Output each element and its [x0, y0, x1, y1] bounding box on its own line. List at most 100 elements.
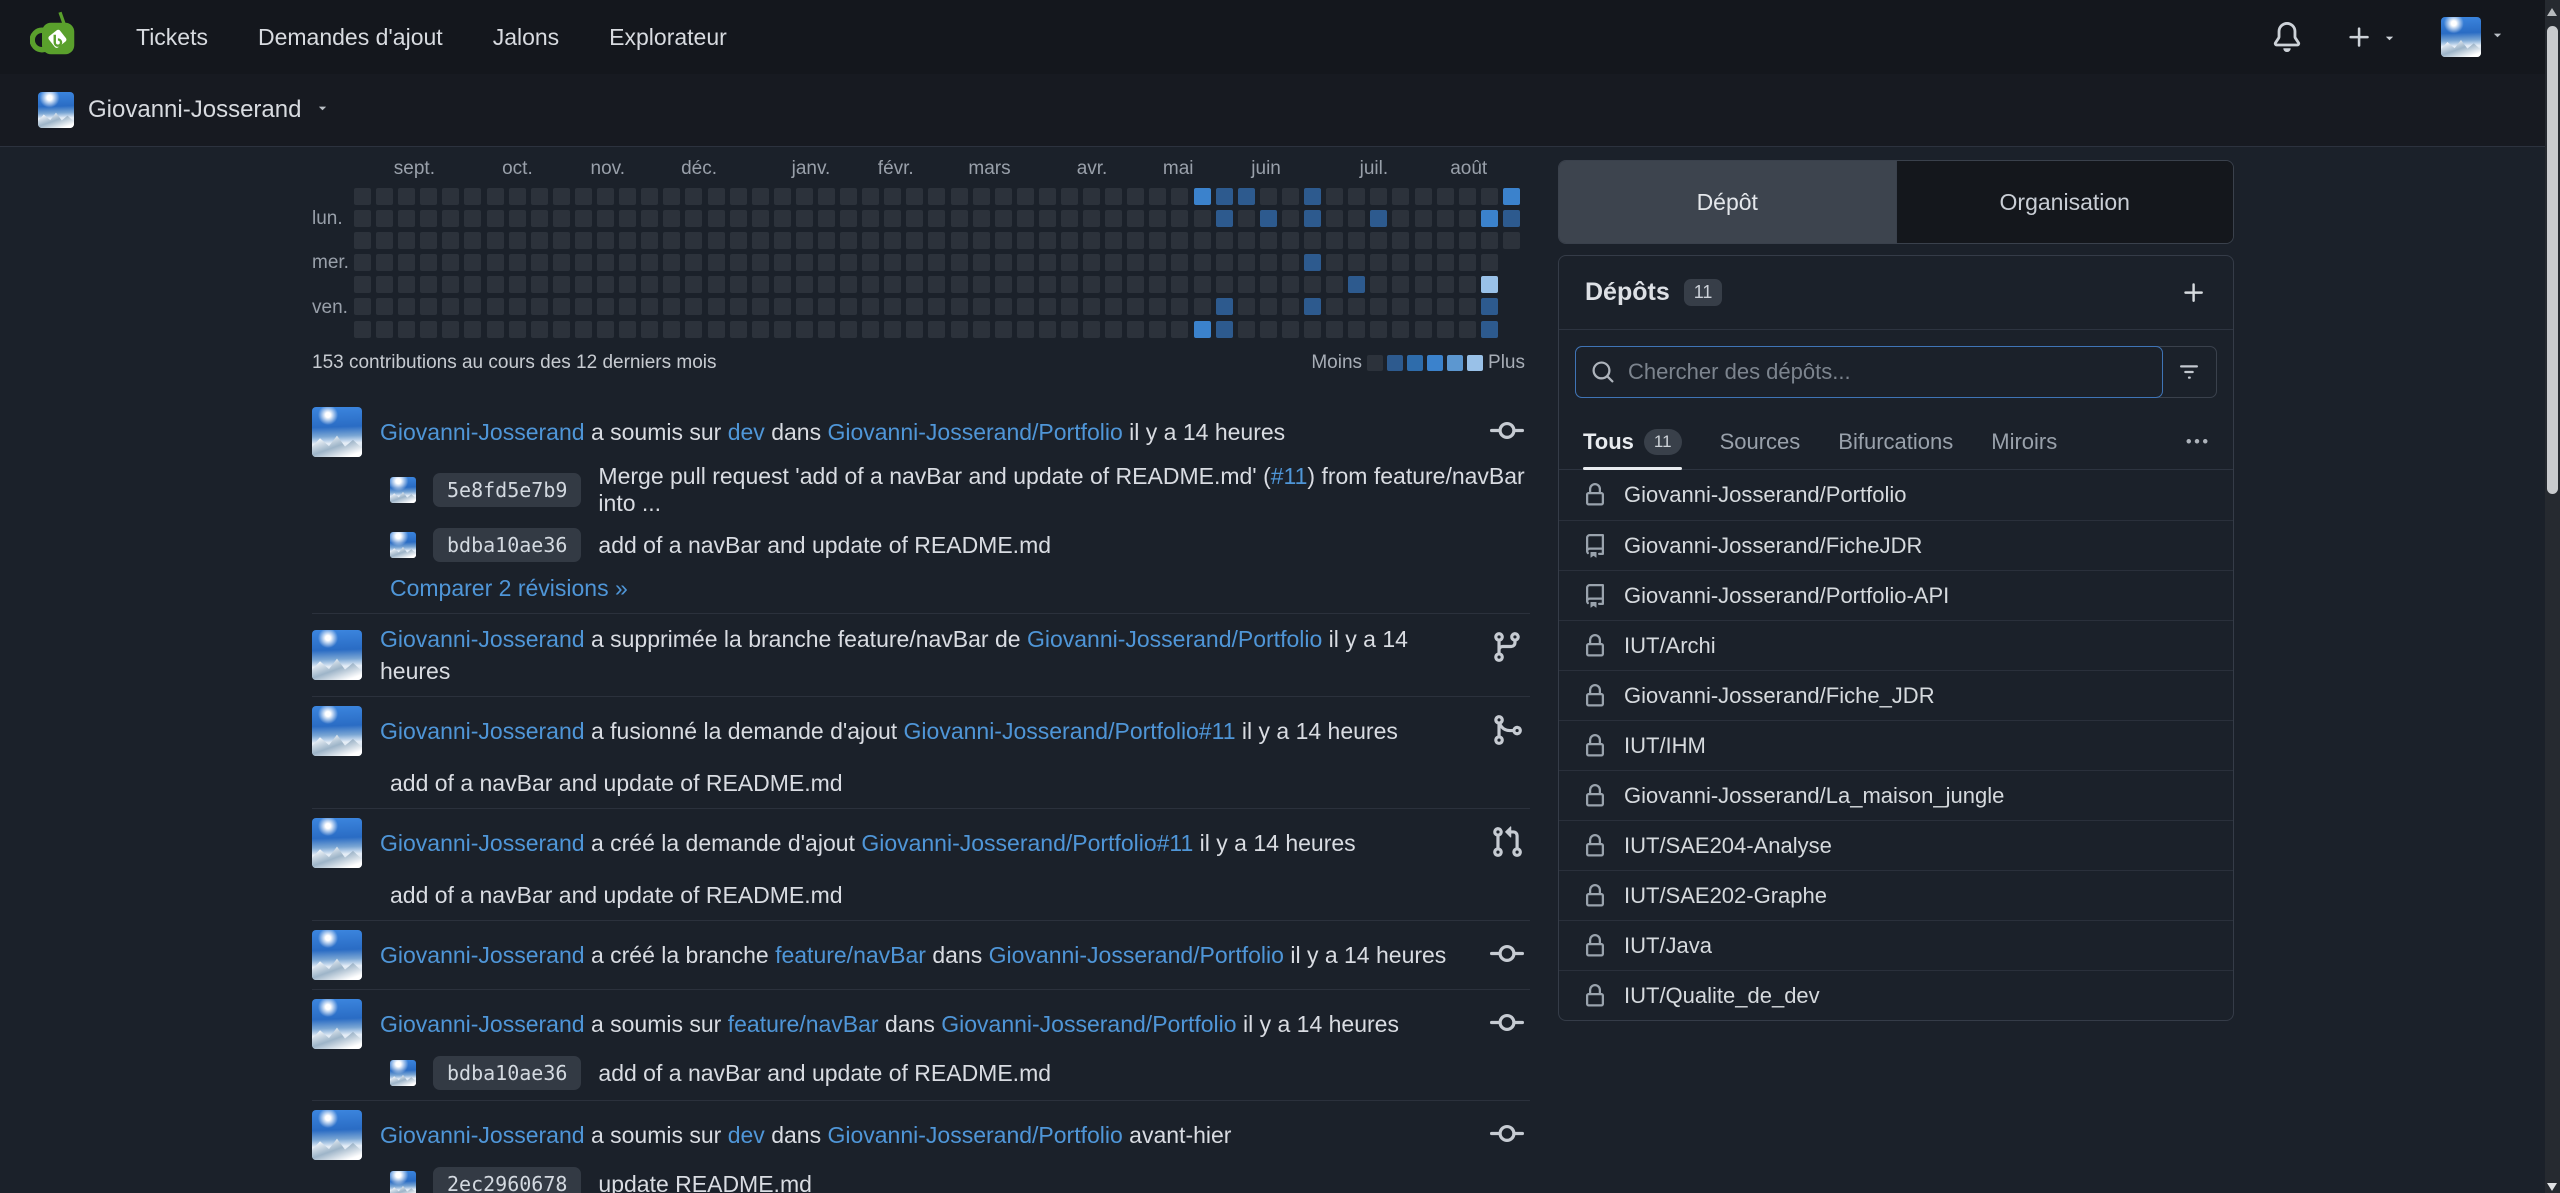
heatmap-cell — [685, 232, 702, 249]
feed-link[interactable]: Giovanni-Josserand/Portfolio — [989, 942, 1284, 968]
scrollbar-down-arrow[interactable] — [2547, 1183, 2557, 1191]
notifications-button[interactable] — [2272, 22, 2302, 52]
feed-link[interactable]: feature/navBar — [728, 1011, 879, 1037]
repo-row[interactable]: IUT/SAE202-Graphe — [1559, 870, 2233, 920]
switch-tab-organisation[interactable]: Organisation — [1896, 161, 2234, 243]
switch-tab-d-p-t[interactable]: Dépôt — [1559, 161, 1896, 243]
dashboard-switch-tabs: DépôtOrganisation — [1558, 160, 2234, 244]
scrollbar-thumb[interactable] — [2547, 26, 2558, 494]
nav-item-explorateur[interactable]: Explorateur — [609, 24, 727, 51]
commit-hash[interactable]: bdba10ae36 — [433, 1056, 581, 1090]
repo-search-input[interactable] — [1628, 359, 2147, 385]
filter-tab-tous[interactable]: Tous11 — [1583, 414, 1682, 469]
feed-link[interactable]: Giovanni-Josserand/Portfolio — [827, 419, 1122, 445]
commit-hash[interactable]: 2ec2960678 — [433, 1167, 581, 1193]
heatmap-cell — [597, 276, 614, 293]
repo-row[interactable]: Giovanni-Josserand/FicheJDR — [1559, 520, 2233, 570]
chevron-down-icon[interactable] — [315, 100, 330, 120]
new-repository-button[interactable] — [2181, 280, 2207, 306]
heatmap-cell — [1105, 188, 1122, 205]
heatmap-cell — [575, 188, 592, 205]
feed-link[interactable]: Giovanni-Josserand — [380, 942, 585, 968]
heatmap-cell — [553, 232, 570, 249]
heatmap-cell — [1415, 276, 1432, 293]
heatmap-cell — [818, 232, 835, 249]
heatmap-cell — [1216, 210, 1233, 227]
feed-link[interactable]: Giovanni-Josserand — [380, 419, 585, 445]
commit-hash[interactable]: 5e8fd5e7b9 — [433, 473, 581, 507]
lock-icon — [1583, 934, 1607, 958]
feed-link[interactable]: Giovanni-Josserand/Portfolio#11 — [861, 830, 1193, 856]
feed-link[interactable]: dev — [728, 419, 765, 445]
page-scrollbar[interactable] — [2545, 0, 2560, 1193]
actor-avatar[interactable] — [312, 407, 362, 457]
heatmap-cell — [1061, 276, 1078, 293]
repo-row[interactable]: IUT/IHM — [1559, 720, 2233, 770]
actor-avatar[interactable] — [312, 930, 362, 980]
repo-row[interactable]: IUT/SAE204-Analyse — [1559, 820, 2233, 870]
heatmap-cell — [1282, 188, 1299, 205]
nav-item-tickets[interactable]: Tickets — [136, 24, 208, 51]
filter-tab-miroirs[interactable]: Miroirs — [1991, 414, 2057, 469]
create-new-button[interactable] — [2346, 24, 2397, 51]
feed-link[interactable]: Giovanni-Josserand — [380, 1011, 585, 1037]
heatmap-cell — [464, 254, 481, 271]
heatmap-cell — [774, 298, 791, 315]
feed-item-text: Giovanni-Josserand a supprimée la branch… — [380, 623, 1460, 687]
feed-link[interactable]: Giovanni-Josserand/Portfolio — [941, 1011, 1236, 1037]
more-filters-button[interactable] — [2185, 430, 2209, 454]
heatmap-cell — [1481, 210, 1498, 227]
repo-filter-button[interactable] — [2162, 347, 2216, 397]
feed-link[interactable]: Giovanni-Josserand — [380, 830, 585, 856]
repo-row[interactable]: IUT/Archi — [1559, 620, 2233, 670]
scrollbar-up-arrow[interactable] — [2547, 8, 2557, 16]
feed-link[interactable]: Giovanni-Josserand/Portfolio — [827, 1122, 1122, 1148]
heatmap-cell — [1171, 232, 1188, 249]
heatmap-cell — [1061, 188, 1078, 205]
heatmap-cell — [398, 232, 415, 249]
heatmap-cell — [1503, 188, 1520, 205]
heatmap-cell — [1127, 321, 1144, 338]
heatmap-cell — [973, 232, 990, 249]
heatmap-cell — [1304, 254, 1321, 271]
heatmap-cell — [531, 298, 548, 315]
legend-swatches — [1367, 355, 1483, 371]
repo-row[interactable]: IUT/Qualite_de_dev — [1559, 970, 2233, 1020]
actor-avatar[interactable] — [312, 630, 362, 680]
heatmap-cell — [663, 298, 680, 315]
heatmap-cell — [1326, 210, 1343, 227]
repo-row[interactable]: Giovanni-Josserand/La_maison_jungle — [1559, 770, 2233, 820]
gitea-logo-icon[interactable] — [30, 10, 84, 64]
compare-commits-link[interactable]: Comparer 2 révisions » — [390, 575, 628, 602]
commit-hash[interactable]: bdba10ae36 — [433, 528, 581, 562]
heatmap-cell — [973, 298, 990, 315]
heatmap-cell — [973, 210, 990, 227]
actor-avatar[interactable] — [312, 1110, 362, 1160]
filter-tab-sources[interactable]: Sources — [1720, 414, 1801, 469]
heatmap-cell — [1481, 298, 1498, 315]
feed-item-text: Giovanni-Josserand a fusionné la demande… — [380, 715, 1398, 747]
actor-avatar[interactable] — [312, 818, 362, 868]
heatmap-cell — [951, 321, 968, 338]
actor-avatar[interactable] — [312, 999, 362, 1049]
repo-row[interactable]: IUT/Java — [1559, 920, 2233, 970]
repo-row[interactable]: Giovanni-Josserand/Portfolio — [1559, 470, 2233, 520]
filter-tab-bifurcations[interactable]: Bifurcations — [1838, 414, 1953, 469]
feed-link[interactable]: Giovanni-Josserand/Portfolio — [1027, 626, 1322, 652]
feed-link[interactable]: feature/navBar — [775, 942, 926, 968]
feed-link[interactable]: Giovanni-Josserand — [380, 626, 585, 652]
actor-avatar[interactable] — [312, 706, 362, 756]
heatmap-cell — [708, 298, 725, 315]
heatmap-cell — [1039, 232, 1056, 249]
nav-item-demandes-d-ajout[interactable]: Demandes d'ajout — [258, 24, 443, 51]
feed-link[interactable]: #11 — [1271, 463, 1308, 489]
feed-link[interactable]: Giovanni-Josserand — [380, 718, 585, 744]
feed-link[interactable]: Giovanni-Josserand — [380, 1122, 585, 1148]
feed-link[interactable]: Giovanni-Josserand/Portfolio#11 — [904, 718, 1236, 744]
user-menu-button[interactable] — [2441, 17, 2505, 57]
repo-row[interactable]: Giovanni-Josserand/Fiche_JDR — [1559, 670, 2233, 720]
feed-link[interactable]: dev — [728, 1122, 765, 1148]
nav-item-jalons[interactable]: Jalons — [493, 24, 559, 51]
repo-row[interactable]: Giovanni-Josserand/Portfolio-API — [1559, 570, 2233, 620]
heatmap-cell — [884, 188, 901, 205]
